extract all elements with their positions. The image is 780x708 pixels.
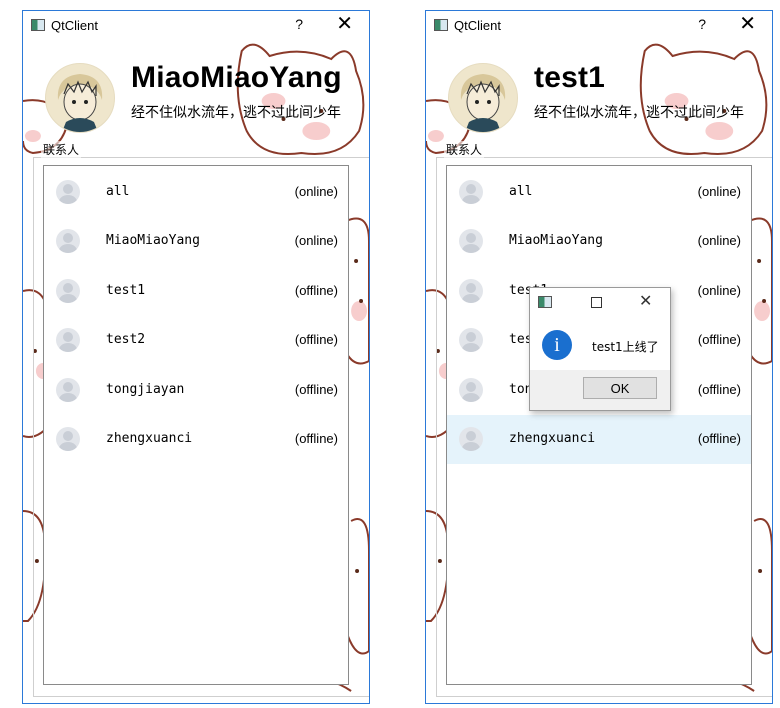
contact-status: (offline)	[294, 332, 338, 347]
contact-row-selected[interactable]: zhengxuanci (offline)	[447, 415, 751, 464]
contact-status: (online)	[697, 233, 741, 248]
contact-avatar-icon	[56, 328, 80, 352]
title-bar: QtClient ? ✕	[426, 11, 772, 41]
app-icon	[31, 19, 45, 31]
user-signature: 经不住似水流年，逃不过此间少年	[534, 105, 744, 121]
contact-avatar-icon	[459, 180, 483, 204]
user-avatar[interactable]	[45, 63, 115, 133]
dialog-message: test1上线了	[592, 340, 659, 354]
contact-avatar-icon	[459, 427, 483, 451]
contact-name: zhengxuanci	[106, 431, 193, 446]
window-title: QtClient	[51, 18, 98, 33]
contact-name: tongjiayan	[106, 382, 185, 397]
title-bar: QtClient ? ✕	[23, 11, 369, 41]
contact-row[interactable]: all (online)	[447, 168, 751, 217]
contact-name: MiaoMiaoYang	[106, 233, 200, 248]
contact-name: test1	[106, 283, 146, 298]
contact-row[interactable]: test1 (offline)	[44, 267, 348, 316]
contact-row[interactable]: MiaoMiaoYang (online)	[447, 217, 751, 266]
contact-status: (offline)	[294, 382, 338, 397]
user-signature: 经不住似水流年，逃不过此间少年	[131, 105, 341, 121]
contact-avatar-icon	[459, 328, 483, 352]
username-title: MiaoMiaoYang	[131, 61, 342, 94]
contact-row[interactable]: test2 (offline)	[44, 316, 348, 365]
info-icon: i	[542, 330, 572, 360]
contact-row[interactable]: zhengxuanci (offline)	[44, 415, 348, 464]
user-avatar[interactable]	[448, 63, 518, 133]
contact-status: (online)	[294, 233, 338, 248]
contact-name: zhengxuanci	[509, 431, 596, 446]
contact-list[interactable]: all (online) MiaoMiaoYang (online) test1…	[43, 165, 349, 685]
contact-name: all	[106, 184, 130, 199]
contact-status: (online)	[294, 184, 338, 199]
close-button[interactable]: ✕	[739, 13, 756, 35]
contact-status: (offline)	[294, 283, 338, 298]
dialog-title-bar: ✕	[530, 288, 670, 316]
contact-avatar-icon	[56, 180, 80, 204]
contact-status: (online)	[697, 283, 741, 298]
contact-status: (offline)	[294, 431, 338, 446]
contact-avatar-icon	[56, 427, 80, 451]
contacts-group-label: 联系人	[444, 141, 485, 158]
contact-status: (online)	[697, 184, 741, 199]
client-window-left: QtClient ? ✕ MiaoMiaoYang 经不住似水流年，逃不过此间少…	[22, 10, 370, 704]
contact-avatar-icon	[56, 378, 80, 402]
contact-status: (offline)	[697, 431, 741, 446]
app-icon	[434, 19, 448, 31]
online-notification-dialog: ✕ i test1上线了 OK	[529, 287, 671, 411]
contact-name: all	[509, 184, 533, 199]
contact-avatar-icon	[459, 279, 483, 303]
contact-status: (offline)	[697, 382, 741, 397]
close-icon[interactable]: ✕	[639, 291, 652, 311]
contact-row[interactable]: tongjiayan (offline)	[44, 366, 348, 415]
contact-list[interactable]: all (online) MiaoMiaoYang (online) test1…	[446, 165, 752, 685]
contact-name: test2	[106, 332, 146, 347]
contact-status: (offline)	[697, 332, 741, 347]
contact-avatar-icon	[56, 279, 80, 303]
contact-avatar-icon	[56, 229, 80, 253]
contacts-group-label: 联系人	[41, 141, 82, 158]
contact-avatar-icon	[459, 378, 483, 402]
contact-row[interactable]: all (online)	[44, 168, 348, 217]
help-button[interactable]: ?	[295, 16, 303, 32]
maximize-icon[interactable]	[591, 297, 602, 308]
help-button[interactable]: ?	[698, 16, 706, 32]
contact-name: MiaoMiaoYang	[509, 233, 603, 248]
username-title: test1	[534, 61, 606, 94]
close-button[interactable]: ✕	[336, 13, 353, 35]
dialog-button-bar: OK	[530, 370, 670, 410]
app-icon	[538, 296, 552, 308]
contact-row[interactable]: MiaoMiaoYang (online)	[44, 217, 348, 266]
ok-button[interactable]: OK	[583, 377, 657, 399]
contact-avatar-icon	[459, 229, 483, 253]
window-title: QtClient	[454, 18, 501, 33]
